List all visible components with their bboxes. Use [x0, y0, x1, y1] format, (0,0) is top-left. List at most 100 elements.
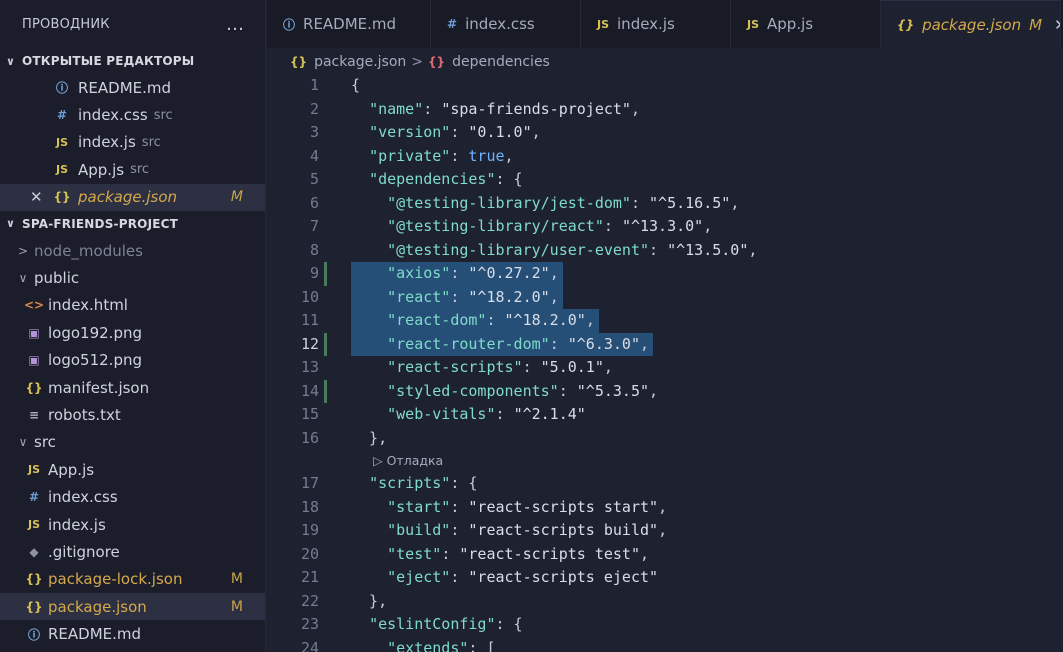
- hash-icon: #: [56, 108, 68, 123]
- code-text: },: [351, 428, 388, 447]
- git-change-marker: [324, 309, 327, 333]
- close-icon[interactable]: ✕: [1054, 16, 1060, 34]
- more-actions-icon[interactable]: …: [226, 14, 245, 35]
- line-number: 7: [309, 217, 319, 235]
- file-item[interactable]: # index.css: [0, 483, 265, 510]
- git-change-marker: [324, 239, 327, 263]
- folder-item[interactable]: ∨ src: [0, 429, 265, 456]
- line-number: 17: [300, 474, 319, 492]
- codelens-debug[interactable]: ▷ Отладка: [373, 450, 443, 472]
- code-line: 10 "react": "^18.2.0",: [267, 285, 1063, 310]
- open-editor-item[interactable]: JS App.js src: [0, 156, 265, 183]
- open-editor-item[interactable]: # index.css src: [0, 101, 265, 128]
- file-item[interactable]: {} package.json M: [0, 593, 265, 621]
- line-number: 20: [300, 544, 319, 563]
- hash-icon: #: [447, 17, 458, 31]
- file-item[interactable]: ⓘ README.md: [0, 620, 265, 647]
- info-icon: ⓘ: [283, 17, 296, 32]
- code-text: "eslintConfig": {: [369, 615, 523, 633]
- breadcrumb-separator: >: [411, 54, 424, 70]
- git-change-marker: [324, 427, 327, 451]
- git-change-marker: [324, 566, 327, 590]
- line-number: 21: [300, 568, 319, 586]
- file-item[interactable]: {} manifest.json: [0, 374, 265, 401]
- file-name: index.css: [78, 106, 148, 125]
- code-line: 18 "start": "react-scripts start",: [267, 496, 1063, 520]
- image-icon: ▣: [28, 353, 40, 368]
- open-editor-item[interactable]: ⓘ README.md: [0, 74, 265, 101]
- git-change-marker: [324, 332, 327, 356]
- json-icon: {}: [897, 17, 915, 32]
- file-item[interactable]: ▣ logo192.png: [0, 319, 265, 346]
- tab-index-js[interactable]: JS index.js: [581, 0, 731, 48]
- line-number: 19: [300, 521, 319, 539]
- code-text: "start": "react-scripts start",: [387, 497, 668, 516]
- line-number: 2: [309, 99, 319, 118]
- file-name: logo192.png: [48, 323, 142, 342]
- folder-item[interactable]: > node_modules: [0, 237, 265, 264]
- file-name: App.js: [48, 460, 95, 479]
- line-number: 23: [300, 615, 319, 633]
- git-change-marker: [324, 74, 327, 98]
- tab-readme-md[interactable]: ⓘ README.md: [267, 0, 431, 48]
- project-section[interactable]: ∨ SPA-FRIENDS-PROJECT: [0, 211, 265, 237]
- git-change-marker: [324, 192, 327, 216]
- code-editor[interactable]: 1{2 "name": "spa-friends-project", 3 "ver…: [267, 74, 1063, 652]
- modified-badge: M: [1029, 15, 1043, 34]
- tab-app-js[interactable]: JS App.js: [731, 0, 881, 48]
- close-icon[interactable]: ✕: [30, 188, 43, 206]
- chevron-down-icon: ∨: [18, 435, 28, 450]
- json-icon: {}: [25, 572, 43, 587]
- file-name: package-lock.json: [48, 570, 183, 589]
- file-item[interactable]: JS index.js: [0, 511, 265, 538]
- line-number: 11: [300, 311, 319, 329]
- explorer-title: ПРОВОДНИК: [22, 16, 110, 32]
- breadcrumb-file[interactable]: package.json: [314, 54, 406, 70]
- file-name: .gitignore: [48, 542, 120, 561]
- code-text: "axios": "^0.27.2",: [351, 262, 563, 286]
- code-line: 8 "@testing-library/user-event": "^13.5.…: [267, 239, 1063, 263]
- git-change-marker: [324, 496, 327, 520]
- code-line: 14 "styled-components": "^5.3.5",: [267, 379, 1063, 403]
- file-item[interactable]: JS App.js: [0, 456, 265, 483]
- code-text: },: [351, 591, 388, 610]
- git-change-marker: [324, 356, 327, 380]
- git-change-marker: [324, 262, 327, 286]
- tab-index-css[interactable]: # index.css: [431, 0, 581, 48]
- hash-icon: #: [28, 490, 40, 505]
- file-item[interactable]: {} package-lock.json M: [0, 566, 265, 593]
- git-change-marker: [324, 286, 327, 310]
- tab-label: README.md: [303, 15, 397, 33]
- git-change-marker: [324, 168, 327, 192]
- code-line: 7 "@testing-library/react": "^13.3.0",: [267, 215, 1063, 239]
- file-name: robots.txt: [48, 405, 121, 424]
- open-editors-section[interactable]: ∨ ОТКРЫТЫЕ РЕДАКТОРЫ: [0, 48, 265, 74]
- js-icon: JS: [747, 17, 760, 31]
- file-name: README.md: [48, 625, 142, 644]
- file-item[interactable]: ◆ .gitignore: [0, 538, 265, 565]
- folder-item[interactable]: ∨ public: [0, 264, 265, 291]
- explorer-sidebar: ПРОВОДНИК … ∨ ОТКРЫТЫЕ РЕДАКТОРЫ ⓘ README…: [0, 0, 266, 652]
- code-text: "scripts": {: [369, 474, 478, 492]
- code-line: 17 "scripts": {: [267, 472, 1063, 496]
- file-directory: src: [130, 162, 150, 178]
- code-text: "build": "react-scripts build",: [387, 521, 668, 539]
- line-number: 24: [300, 638, 319, 652]
- open-editor-item[interactable]: JS index.js src: [0, 129, 265, 156]
- tab-label: package.json: [922, 15, 1022, 34]
- file-name: logo512.png: [48, 351, 142, 370]
- open-editors-list: ⓘ README.md # index.css src JS index.js src JS Ap…: [0, 74, 265, 211]
- open-editor-item[interactable]: ✕ {} package.json M: [0, 183, 265, 211]
- json-icon: {}: [25, 599, 43, 614]
- file-name: src: [34, 433, 56, 452]
- tab-package-json[interactable]: {} package.json M ✕: [881, 0, 1061, 48]
- chevron-down-icon: ∨: [18, 271, 28, 286]
- line-number: 6: [309, 193, 319, 212]
- file-item[interactable]: <> index.html: [0, 292, 265, 319]
- file-item[interactable]: ▣ logo512.png: [0, 347, 265, 374]
- breadcrumb-symbol[interactable]: dependencies: [452, 54, 550, 70]
- chevron-down-icon: ∨: [6, 54, 16, 68]
- code-text: "private": true,: [369, 146, 514, 165]
- html-icon: <>: [24, 298, 45, 313]
- file-item[interactable]: ≡ robots.txt: [0, 401, 265, 428]
